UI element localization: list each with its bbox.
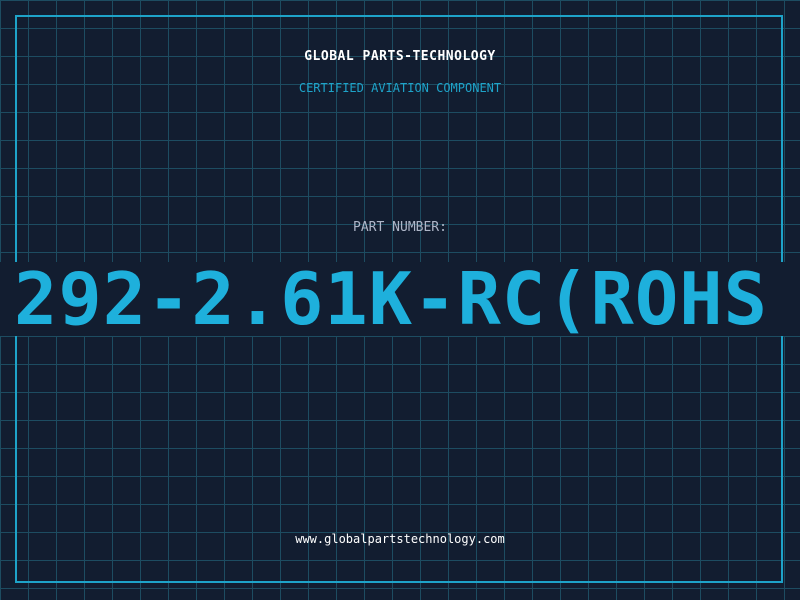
website-url: www.globalpartstechnology.com bbox=[295, 532, 505, 546]
company-name: GLOBAL PARTS-TECHNOLOGY bbox=[304, 49, 496, 64]
part-number-label: PART NUMBER: bbox=[353, 220, 447, 235]
part-number-value: 292-2.61K-RC(ROHS bbox=[14, 262, 768, 336]
certification-tagline: CERTIFIED AVIATION COMPONENT bbox=[298, 81, 502, 95]
